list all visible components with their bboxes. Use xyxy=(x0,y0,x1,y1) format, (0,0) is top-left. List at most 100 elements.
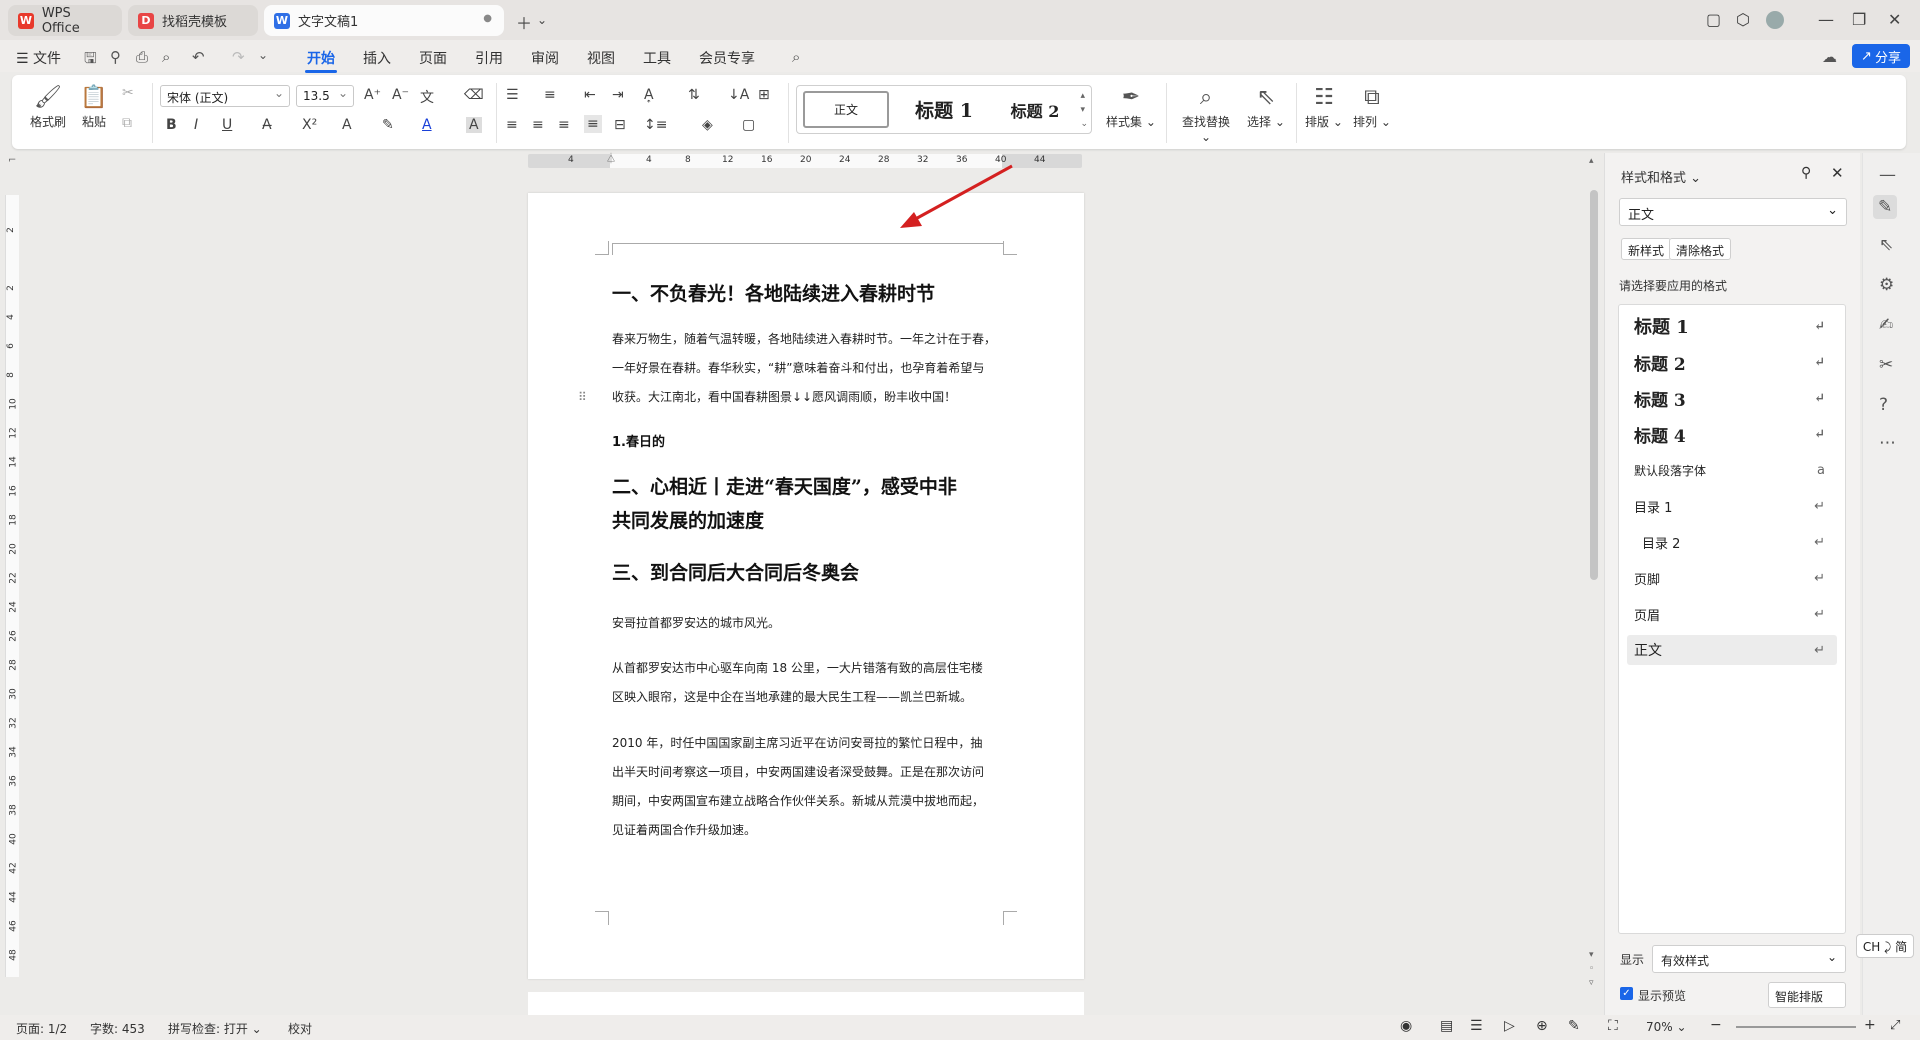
document-scrollbar[interactable] xyxy=(1590,190,1598,580)
style-item-toc-2[interactable]: 目录 2 ↵ xyxy=(1627,527,1837,557)
new-style-button[interactable]: 新样式 xyxy=(1621,238,1672,260)
text-direction-icon[interactable]: A͎ xyxy=(644,87,654,103)
style-normal[interactable]: 正文 xyxy=(803,91,889,128)
print-icon[interactable]: ⎙ xyxy=(136,48,148,66)
style-pen-icon[interactable]: ✎ xyxy=(1873,195,1898,219)
copy-icon[interactable]: ⧉ xyxy=(122,115,132,131)
spell-check-toggle[interactable]: 拼写检查: 打开 ⌄ xyxy=(168,1020,262,1037)
page-nav-icon[interactable]: ▾ ◦ ▿ xyxy=(1589,948,1594,990)
current-style-select[interactable]: 正文 ⌄ xyxy=(1619,198,1847,226)
decrease-indent-icon[interactable]: ⇤ xyxy=(584,87,596,103)
preview-checkbox[interactable]: ✓ xyxy=(1620,987,1633,1000)
style-item-header[interactable]: 页眉 ↵ xyxy=(1627,599,1837,629)
fullscreen-icon[interactable]: ⤢ xyxy=(1890,1018,1900,1033)
paragraph-line[interactable]: 一年好景在春耕。春华秋实，“耕”意味着奋斗和付出，也孕育着希望与 xyxy=(612,354,1012,383)
play-icon[interactable]: ▷ xyxy=(1504,1018,1515,1034)
document-page[interactable]: 一、不负春光！各地陆续进入春耕时节 春来万物生，随着气温转暖，各地陆续进入春耕时… xyxy=(528,193,1084,979)
clear-format-icon[interactable]: ⌫ xyxy=(464,87,484,103)
style-item-heading-1[interactable]: 标题 1 ↵ xyxy=(1627,311,1837,341)
print-preview-icon[interactable]: ⌕ xyxy=(162,48,170,66)
highlight-icon[interactable]: ✎ xyxy=(382,117,394,133)
paragraph-line[interactable]: 区映入眼帘，这是中企在当地承建的最大民生工程——凯兰巴新城。 xyxy=(612,683,1012,712)
more-icon[interactable]: ⋯ xyxy=(1879,433,1896,453)
link-icon[interactable]: ⚲ xyxy=(110,48,121,66)
paste-button[interactable]: 📋 粘贴 xyxy=(74,83,114,130)
find-replace-button[interactable]: ⌕ 查找替换 ⌄ xyxy=(1176,83,1236,144)
heading-4[interactable]: 1.春日的 xyxy=(612,431,665,450)
char-shading-icon[interactable]: A xyxy=(466,117,482,133)
sign-icon[interactable]: ✍ xyxy=(1879,315,1893,335)
input-method-indicator[interactable]: CH ⤸ 简 xyxy=(1856,934,1914,958)
adjust-icon[interactable]: ⚙ xyxy=(1879,275,1894,295)
superscript-icon[interactable]: X² xyxy=(302,117,317,133)
smart-layout-button[interactable]: 智能排版 xyxy=(1768,982,1846,1008)
paragraph-line[interactable]: 春来万物生，随着气温转暖，各地陆续进入春耕时节。一年之计在于春， xyxy=(612,325,1012,354)
font-name-select[interactable]: 宋体 (正文) xyxy=(160,85,290,107)
align-center-icon[interactable]: ≡ xyxy=(532,117,544,133)
sort-icon[interactable]: ⇅ xyxy=(688,87,700,103)
paragraph-line[interactable]: 2010 年，时任中国国家副主席习近平在访问安哥拉的繁忙日程中，抽 xyxy=(612,729,1012,758)
style-heading-1[interactable]: 标题 1 xyxy=(897,91,991,128)
paragraph-line[interactable]: 出半天时间考察这一项目，中安两国建设者深受鼓舞。正是在那次访问 xyxy=(612,758,1012,787)
select-cursor-icon[interactable]: ⇖ xyxy=(1879,235,1893,255)
underline-button[interactable]: U xyxy=(222,117,232,133)
gallery-scroll-icon[interactable]: ▴ ▾ ⌄ xyxy=(1080,89,1088,131)
shading-icon[interactable]: ◈ xyxy=(702,117,713,133)
heading-1[interactable]: 一、不负春光！各地陆续进入春耕时节 xyxy=(612,277,1012,311)
tab-document[interactable]: W 文字文稿1 ● xyxy=(264,5,504,36)
sort-az-icon[interactable]: ↓A xyxy=(728,87,749,103)
paragraph-line[interactable]: 从首都罗安达市中心驱车向南 18 公里，一大片错落有致的高层住宅楼 xyxy=(612,654,1012,683)
close-panel-icon[interactable]: ✕ xyxy=(1831,164,1844,182)
paragraph-line[interactable]: 见证着两国合作升级加速。 xyxy=(612,816,1012,845)
font-color-icon[interactable]: A xyxy=(422,117,432,133)
zoom-slider[interactable] xyxy=(1736,1026,1856,1028)
restore-icon[interactable]: ❐ xyxy=(1852,10,1866,29)
grow-font-icon[interactable]: A⁺ xyxy=(364,87,381,103)
zoom-out-icon[interactable]: − xyxy=(1710,1017,1722,1033)
paragraph-line[interactable]: 安哥拉首都罗安达的城市风光。 xyxy=(612,609,1012,638)
panel-title[interactable]: 样式和格式 ⌄ xyxy=(1621,167,1701,186)
heading-1[interactable]: 三、到合同后大合同后冬奥会 xyxy=(612,556,1012,590)
line-spacing-icon[interactable]: ↕≡ xyxy=(644,117,667,133)
style-item-footer[interactable]: 页脚 ↵ xyxy=(1627,563,1837,593)
menu-insert[interactable]: 插入 xyxy=(363,48,391,68)
arrange-button[interactable]: ⧉ 排列 ⌄ xyxy=(1352,83,1392,130)
pen-icon[interactable]: ✎ xyxy=(1568,1018,1580,1034)
show-filter-select[interactable]: 有效样式 ⌄ xyxy=(1652,945,1846,973)
style-item-normal[interactable]: 正文 ↵ xyxy=(1627,635,1837,665)
heading-1[interactable]: 二、心相近丨走进“春天国度”，感受中非 xyxy=(612,470,1012,504)
redo-icon[interactable]: ↷ xyxy=(232,48,245,66)
clear-format-button[interactable]: 清除格式 xyxy=(1669,238,1732,260)
close-icon[interactable]: ✕ xyxy=(1888,10,1901,29)
proofread-button[interactable]: 校对 xyxy=(288,1020,312,1037)
avatar[interactable] xyxy=(1766,11,1784,29)
style-item-toc-1[interactable]: 目录 1 ↵ xyxy=(1627,491,1837,521)
web-view-icon[interactable]: ⊕ xyxy=(1536,1018,1548,1034)
menu-page[interactable]: 页面 xyxy=(419,48,447,68)
vertical-ruler[interactable]: 2 2 4 6 8 10 12 14 16 18 20 22 24 26 28 … xyxy=(5,195,19,977)
bullet-list-icon[interactable]: ☰ xyxy=(506,87,519,103)
outline-view-icon[interactable]: ☰ xyxy=(1470,1018,1483,1034)
paragraph-line[interactable]: 收获。大江南北，看中国春耕图景↓↓愿风调雨顺，盼丰收中国！ xyxy=(612,383,1012,412)
menu-references[interactable]: 引用 xyxy=(475,48,503,68)
show-marks-icon[interactable]: ⊞ xyxy=(758,87,770,103)
select-button[interactable]: ⇖ 选择 ⌄ xyxy=(1244,83,1288,130)
menu-review[interactable]: 审阅 xyxy=(531,48,559,68)
distribute-icon[interactable]: ⊟ xyxy=(614,117,626,133)
menu-view[interactable]: 视图 xyxy=(587,48,615,68)
increase-indent-icon[interactable]: ⇥ xyxy=(612,87,624,103)
search-icon[interactable]: ⌕ xyxy=(792,48,800,66)
menu-home[interactable]: 开始 xyxy=(305,48,337,73)
collapse-icon[interactable]: — xyxy=(1879,165,1896,185)
tools-icon[interactable]: ✂ xyxy=(1879,355,1893,375)
cube-icon[interactable]: ⬡ xyxy=(1736,10,1750,29)
help-icon[interactable]: ? xyxy=(1879,395,1888,415)
align-left-icon[interactable]: ≡ xyxy=(506,117,518,133)
cut-icon[interactable]: ✂ xyxy=(122,85,134,101)
word-count[interactable]: 字数: 453 xyxy=(90,1020,145,1037)
header-area[interactable] xyxy=(612,243,1004,255)
style-set-button[interactable]: ✒ 样式集 ⌄ xyxy=(1104,83,1158,130)
drag-handle-icon[interactable]: ⠿ xyxy=(578,390,587,404)
file-menu[interactable]: ☰ 文件 xyxy=(16,48,61,68)
undo-icon[interactable]: ↶ xyxy=(192,48,205,66)
